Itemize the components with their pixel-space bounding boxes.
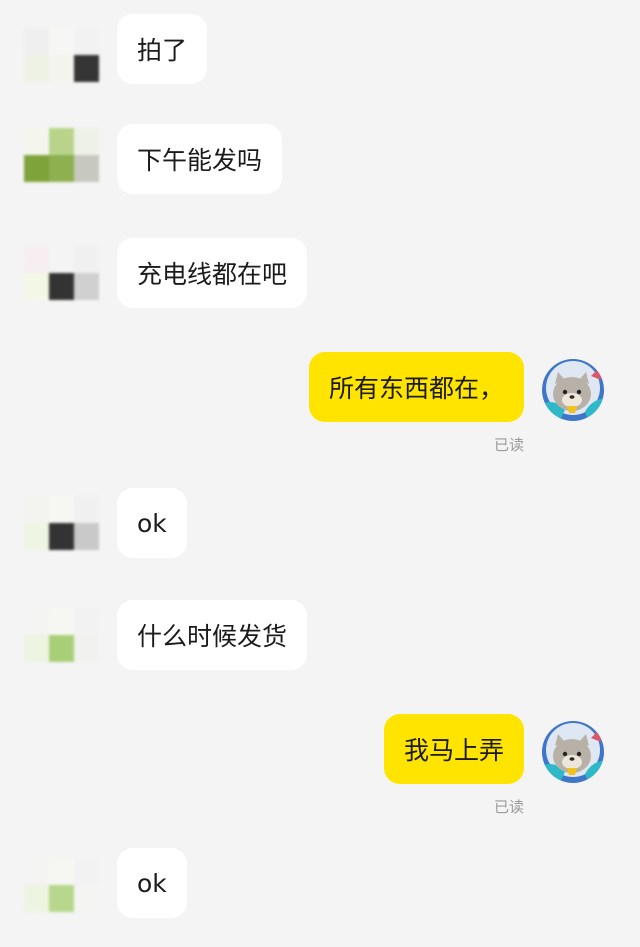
message-bubble[interactable]: 拍了 (117, 14, 208, 84)
user-avatar[interactable] (541, 720, 605, 784)
contact-avatar[interactable] (24, 128, 100, 182)
user-avatar[interactable] (541, 358, 605, 422)
message-bubble[interactable]: ok (117, 488, 187, 558)
contact-avatar[interactable] (24, 246, 100, 300)
message-text: 所有东西都在， (328, 374, 504, 403)
contact-avatar[interactable] (24, 496, 100, 550)
message-text: 拍了 (137, 36, 188, 65)
message-text: 什么时候发货 (137, 622, 288, 651)
message-bubble[interactable]: 什么时候发货 (117, 600, 308, 670)
read-status: 已读 (493, 436, 524, 454)
message-text: ok (137, 508, 167, 538)
message-text: 充电线都在吧 (137, 260, 288, 289)
read-status: 已读 (493, 798, 524, 816)
contact-avatar[interactable] (24, 608, 100, 662)
message-bubble[interactable]: ok (117, 848, 187, 918)
contact-avatar[interactable] (24, 858, 100, 912)
message-bubble[interactable]: 充电线都在吧 (117, 238, 308, 308)
message-bubble[interactable]: 下午能发吗 (117, 124, 283, 194)
message-bubble[interactable]: 我马上弄 (383, 714, 524, 784)
message-text: 我马上弄 (403, 736, 504, 765)
chat-message-list[interactable]: 拍了 下午能发吗 充电线都在吧 所有东西都在， 已读 ok 什么时候发货 我马上… (0, 0, 640, 947)
message-text: 下午能发吗 (137, 146, 263, 175)
message-text: ok (137, 868, 167, 898)
message-bubble[interactable]: 所有东西都在， (308, 352, 524, 422)
contact-avatar[interactable] (24, 28, 100, 82)
